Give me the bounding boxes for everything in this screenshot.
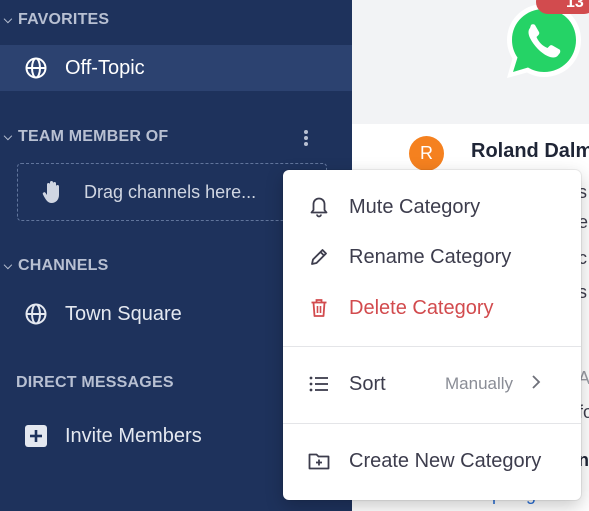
- category-options-button[interactable]: [296, 126, 316, 150]
- favorites-header-label: FAVORITES: [18, 11, 110, 28]
- menu-item-label: Create New Category: [349, 449, 542, 472]
- menu-item-label: Mute Category: [349, 195, 481, 218]
- menu-item-sort[interactable]: Sort Manually: [283, 360, 581, 408]
- menu-item-rename-category[interactable]: Rename Category: [283, 233, 581, 281]
- sidebar-item-off-topic[interactable]: Off-Topic: [0, 45, 352, 91]
- drag-channels-hint: Drag channels here...: [84, 181, 257, 202]
- notification-badge: 13: [536, 0, 589, 14]
- menu-item-delete-category[interactable]: Delete Category: [283, 284, 581, 332]
- menu-divider: [283, 423, 581, 424]
- sidebar-item-label: Off-Topic: [65, 56, 145, 79]
- globe-icon: [24, 56, 48, 80]
- post-author[interactable]: Roland Dalm: [471, 140, 589, 163]
- chevron-down-icon: ⌵: [3, 13, 13, 26]
- menu-item-label: Rename Category: [349, 245, 512, 268]
- menu-item-mute-category[interactable]: Mute Category: [283, 183, 581, 231]
- menu-item-label: Sort: [349, 372, 386, 395]
- category-context-menu: Mute Category Rename Category Delete Cat…: [283, 170, 581, 500]
- chevron-down-icon: ⌵: [3, 259, 13, 272]
- direct-messages-header-label: DIRECT MESSAGES: [16, 374, 174, 391]
- globe-icon: [24, 302, 48, 326]
- plus-square-icon: [24, 424, 48, 448]
- hand-icon: [42, 180, 66, 204]
- avatar[interactable]: R: [409, 136, 444, 171]
- sidebar-item-label: Invite Members: [65, 424, 202, 447]
- channels-header[interactable]: ⌵ CHANNELS: [0, 254, 109, 278]
- pencil-icon: [307, 245, 331, 269]
- kebab-icon: [304, 130, 308, 146]
- sidebar-item-label: Town Square: [65, 302, 182, 325]
- direct-messages-header[interactable]: DIRECT MESSAGES: [16, 371, 174, 395]
- channels-header-label: CHANNELS: [18, 257, 109, 274]
- team-member-of-header-label: TEAM MEMBER OF: [18, 128, 169, 145]
- drag-channels-dropzone[interactable]: Drag channels here...: [17, 163, 327, 221]
- chevron-right-icon: [531, 373, 541, 396]
- sort-value: Manually: [445, 374, 514, 393]
- menu-divider: [283, 346, 581, 347]
- trash-icon: [307, 296, 331, 320]
- favorites-header[interactable]: ⌵ FAVORITES: [0, 8, 109, 32]
- list-icon: [307, 372, 331, 396]
- team-member-of-header[interactable]: ⌵ TEAM MEMBER OF: [0, 125, 168, 149]
- folder-plus-icon: [307, 449, 331, 473]
- bell-icon: [307, 195, 331, 219]
- chevron-down-icon: ⌵: [3, 130, 13, 143]
- menu-item-create-new-category[interactable]: Create New Category: [283, 437, 581, 485]
- menu-item-label: Delete Category: [349, 296, 494, 319]
